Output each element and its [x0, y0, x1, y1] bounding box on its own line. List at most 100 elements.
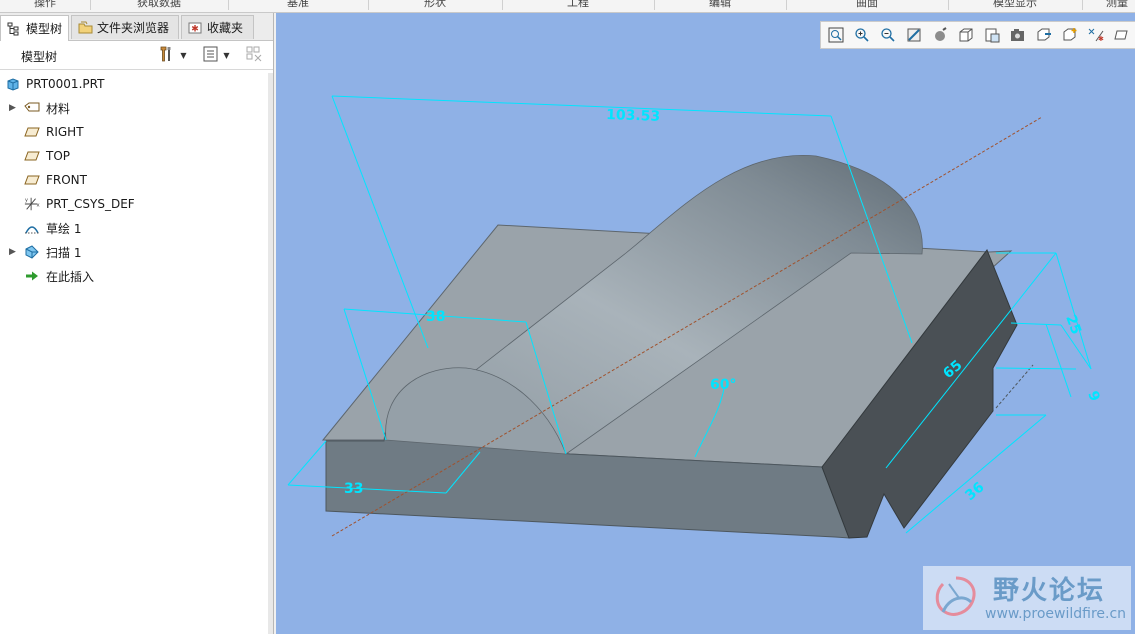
- ribbon-group-strip: 操作 获取数据 基准 形状 工程 编辑 曲面 模型显示 测量: [0, 0, 1135, 13]
- ribbon-group-model-display[interactable]: 模型显示: [948, 0, 1083, 10]
- watermark-text: 野火论坛: [993, 576, 1106, 606]
- tree-scrollbar[interactable]: [268, 73, 273, 634]
- tools-icon: [157, 44, 177, 67]
- favorites-icon: ✱: [188, 21, 202, 35]
- filter-icon: [245, 45, 263, 66]
- refit-button[interactable]: [827, 27, 845, 45]
- ribbon-group-get-data[interactable]: 获取数据: [90, 0, 229, 10]
- dim-angle[interactable]: 60°: [710, 377, 736, 393]
- tree-item-label: PRT_CSYS_DEF: [46, 197, 135, 211]
- zoom-out-icon: [880, 27, 896, 46]
- material-icon: [24, 100, 40, 116]
- forum-watermark: 野火论坛 www.proewildfire.cn: [923, 566, 1131, 630]
- navigator-panel: 模型树 文件夹浏览器 ✱ 收藏夹 模型树 ▼ ▼ PRT0001.PRT ▶ 材…: [0, 13, 274, 634]
- dim-arc-width[interactable]: 38: [426, 309, 445, 325]
- tree-item-label: 扫描 1: [46, 245, 82, 260]
- ribbon-group-measure[interactable]: 测量: [1082, 0, 1135, 10]
- repaint-button[interactable]: [905, 27, 923, 45]
- tree-item-insert-here[interactable]: 在此插入: [0, 265, 273, 287]
- sketch-icon: [24, 220, 40, 236]
- tree-item-label: TOP: [46, 149, 71, 163]
- zoom-out-button[interactable]: [879, 27, 897, 45]
- datum-plane-icon: [24, 124, 40, 140]
- tab-label: 文件夹浏览器: [97, 21, 170, 35]
- tree-item-material[interactable]: ▶ 材料: [0, 97, 273, 119]
- annotation-display-button[interactable]: [1113, 27, 1131, 45]
- tree-item-sketch[interactable]: 草绘 1: [0, 217, 273, 239]
- perspective-icon: [1010, 27, 1026, 46]
- tree-item-label: 材料: [46, 101, 71, 116]
- tab-favorites[interactable]: ✱ 收藏夹: [181, 15, 254, 39]
- graphics-viewport[interactable]: 103.53 38 33 60° 65 25 9 36 ✱ 野火论坛 www.p…: [276, 13, 1135, 634]
- display-style-icon: [932, 26, 948, 46]
- ribbon-group-shapes[interactable]: 形状: [368, 0, 503, 10]
- tree-item-right[interactable]: RIGHT: [0, 121, 273, 143]
- ribbon-group-surfaces[interactable]: 曲面: [786, 0, 949, 10]
- view-manager-icon: [984, 27, 1000, 46]
- tree-item-label: 草绘 1: [46, 221, 82, 236]
- dim-step[interactable]: 9: [1084, 389, 1102, 404]
- hidden-edge: [995, 364, 1034, 409]
- saved-views-icon: [958, 27, 974, 46]
- settings-dropdown-button[interactable]: ▼: [155, 45, 189, 65]
- folder-browser-icon: [78, 21, 93, 35]
- part-icon: [5, 76, 21, 92]
- svg-text:x: x: [36, 203, 39, 209]
- tree-item-csys[interactable]: xy PRT_CSYS_DEF: [0, 193, 273, 215]
- chevron-down-icon: ▼: [223, 50, 230, 60]
- tab-label: 模型树: [26, 22, 63, 36]
- tree-item-label: 在此插入: [46, 269, 95, 284]
- model-tree-icon: [7, 22, 21, 36]
- svg-text:y: y: [25, 197, 28, 203]
- tree-item-front[interactable]: FRONT: [0, 169, 273, 191]
- expand-arrow-icon[interactable]: ▶: [9, 103, 16, 113]
- perspective-button[interactable]: [1009, 27, 1027, 45]
- section-icon: [1036, 27, 1052, 46]
- view-toolbar: ✱: [820, 21, 1135, 49]
- spin-center-button[interactable]: ✱: [1087, 27, 1105, 45]
- zoom-in-button[interactable]: [853, 27, 871, 45]
- ribbon-group-engineering[interactable]: 工程: [502, 0, 655, 10]
- annotation-display-icon: [1114, 27, 1130, 46]
- filter-button[interactable]: [244, 45, 264, 65]
- ribbon-group-datum[interactable]: 基准: [228, 0, 369, 10]
- expand-arrow-icon[interactable]: ▶: [9, 247, 16, 257]
- insert-here-arrow-icon: [24, 268, 40, 284]
- dim-left-offset[interactable]: 33: [344, 481, 363, 497]
- watermark-url: www.proewildfire.cn: [985, 606, 1127, 622]
- saved-views-button[interactable]: [957, 27, 975, 45]
- repaint-icon: [906, 27, 922, 46]
- zoom-in-icon: [854, 27, 870, 46]
- csys-icon: xy: [24, 196, 40, 212]
- ribbon-group-editing[interactable]: 编辑: [654, 0, 787, 10]
- tab-folder-browser[interactable]: 文件夹浏览器: [71, 15, 179, 39]
- view-manager-button[interactable]: [983, 27, 1001, 45]
- datum-display-button[interactable]: [1061, 27, 1079, 45]
- dim-length[interactable]: 103.53: [606, 107, 661, 125]
- refit-icon: [828, 27, 844, 46]
- display-style-button[interactable]: [931, 26, 949, 46]
- list-icon: [202, 45, 220, 66]
- tree-item-label: RIGHT: [46, 125, 84, 139]
- tab-model-tree[interactable]: 模型树: [0, 15, 69, 41]
- datum-display-icon: [1062, 27, 1078, 46]
- datum-plane-icon: [24, 148, 40, 164]
- show-dropdown-button[interactable]: ▼: [199, 45, 233, 65]
- tree-item-label: FRONT: [46, 173, 87, 187]
- model-tree-header: 模型树 ▼ ▼: [0, 41, 273, 70]
- tree-item-top[interactable]: TOP: [0, 145, 273, 167]
- spin-center-icon: ✱: [1087, 27, 1105, 46]
- tab-label: 收藏夹: [207, 21, 244, 35]
- section-button[interactable]: [1035, 27, 1053, 45]
- datum-plane-icon: [24, 172, 40, 188]
- chevron-down-icon: ▼: [180, 50, 187, 60]
- model-canvas[interactable]: 103.53 38 33 60° 65 25 9 36: [276, 13, 1135, 634]
- model-tree-title: 模型树: [21, 50, 58, 64]
- watermark-logo-icon: [929, 572, 983, 627]
- ribbon-group-operations[interactable]: 操作: [0, 0, 91, 10]
- sweep-icon: [24, 244, 40, 260]
- tree-item-part[interactable]: PRT0001.PRT: [0, 73, 273, 95]
- svg-text:✱: ✱: [1098, 35, 1104, 43]
- tree-item-label: PRT0001.PRT: [26, 77, 105, 91]
- tree-item-sweep[interactable]: ▶ 扫描 1: [0, 241, 273, 263]
